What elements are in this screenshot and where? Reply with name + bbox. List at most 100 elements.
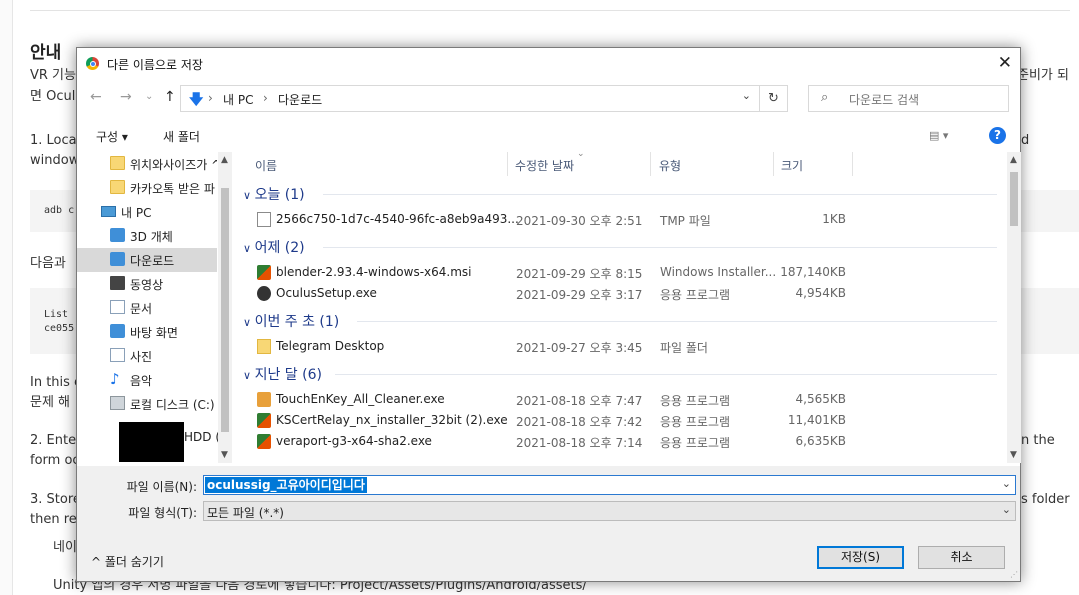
file-name: blender-2.93.4-windows-x64.msi: [276, 265, 472, 279]
search-placeholder: 다운로드 검색: [849, 93, 920, 107]
column-divider[interactable]: [773, 152, 774, 176]
group-header[interactable]: ∨ 어제 (2): [243, 237, 305, 257]
back-icon[interactable]: ←: [90, 89, 102, 105]
nav-item[interactable]: 바탕 화면: [77, 320, 217, 344]
filetype-select[interactable]: 모든 파일 (*.*) ⌄: [203, 501, 1016, 521]
video-icon: [110, 276, 125, 290]
filetype-label: 파일 형식(T):: [128, 506, 197, 520]
nav-item-label: 내 PC: [121, 206, 152, 220]
document-icon: [110, 300, 125, 314]
group-header[interactable]: ∨ 지난 달 (6): [243, 364, 322, 384]
chevron-down-icon[interactable]: ∨: [243, 369, 255, 382]
recent-locations-icon[interactable]: ⌄: [145, 91, 153, 102]
nav-item[interactable]: 다운로드: [77, 248, 217, 272]
scroll-down-icon[interactable]: ▼: [221, 450, 228, 460]
file-list: 이름 ⌄ 수정한 날짜 유형 크기 ∨ 오늘 (1) 2566c750-1d7c-…: [237, 152, 1007, 463]
file-row[interactable]: KSCertRelay_nx_installer_32bit (2).exe 20…: [237, 411, 1007, 431]
background-text: VR 기능: [30, 68, 76, 83]
title-bar[interactable]: 다른 이름으로 저장 ✕: [77, 48, 1020, 80]
nav-item[interactable]: 3D 개체: [77, 224, 217, 248]
column-divider[interactable]: [852, 152, 853, 176]
breadcrumb-my-pc[interactable]: 내 PC: [223, 91, 253, 108]
address-bar[interactable]: 🡇 › 내 PC › 다운로드 ⌄: [180, 85, 760, 112]
nav-item[interactable]: 동영상: [77, 272, 217, 296]
file-size: 187,140KB: [780, 265, 846, 279]
file-row[interactable]: TouchEnKey_All_Cleaner.exe 2021-08-18 오후 …: [237, 390, 1007, 410]
nav-item[interactable]: 카카오톡 받은 파: [77, 176, 217, 200]
forward-icon[interactable]: →: [120, 89, 132, 105]
filename-field[interactable]: oculussig_고유아이디입니다 ⌄: [203, 475, 1016, 495]
3d-objects-icon: [110, 228, 125, 242]
search-input[interactable]: ⌕ 다운로드 검색: [808, 85, 1009, 112]
file-name: OculusSetup.exe: [276, 286, 377, 300]
filename-value[interactable]: oculussig_고유아이디입니다: [205, 477, 367, 493]
scroll-up-icon[interactable]: ▲: [221, 155, 228, 165]
breadcrumb-separator: ›: [208, 91, 213, 105]
up-folder-icon[interactable]: ↑: [164, 89, 176, 105]
filename-label: 파일 이름(N):: [126, 480, 197, 494]
file-row[interactable]: veraport-g3-x64-sha2.exe 2021-08-18 오후 7:…: [237, 432, 1007, 452]
nav-item-label: 바탕 화면: [130, 326, 178, 340]
chevron-down-icon[interactable]: ⌄: [742, 89, 751, 102]
file-type: 응용 프로그램: [660, 436, 731, 450]
file-row[interactable]: blender-2.93.4-windows-x64.msi 2021-09-29…: [237, 263, 1007, 283]
file-size: 1KB: [822, 212, 846, 226]
column-date[interactable]: 수정한 날짜: [515, 157, 574, 174]
folder-icon: [110, 180, 125, 194]
file-list-scrollbar-thumb[interactable]: [1010, 172, 1018, 226]
file-date: 2021-09-27 오후 3:45: [516, 341, 643, 355]
chevron-down-icon[interactable]: ⌄: [1002, 477, 1011, 490]
save-as-dialog: 다른 이름으로 저장 ✕ ← → ⌄ ↑ 🡇 › 내 PC › 다운로드 ⌄ ↻…: [76, 47, 1021, 582]
column-type[interactable]: 유형: [659, 157, 681, 174]
column-divider[interactable]: [507, 152, 508, 176]
column-name[interactable]: 이름: [255, 157, 277, 174]
group-header[interactable]: ∨ 이번 주 초 (1): [243, 311, 339, 331]
nav-item[interactable]: 위치와사이즈가 ^: [77, 152, 217, 176]
search-icon: ⌕: [821, 90, 829, 105]
background-text: 2. Enter: [30, 433, 82, 448]
organize-button[interactable]: 구성 ▾: [96, 128, 128, 145]
nav-item-label: 사진: [130, 350, 153, 364]
group-divider: [323, 194, 997, 195]
installer-icon: [257, 434, 271, 449]
file-row[interactable]: Telegram Desktop 2021-09-27 오후 3:45 파일 폴더: [237, 337, 1007, 357]
breadcrumb-downloads[interactable]: 다운로드: [278, 91, 322, 108]
chrome-icon: [86, 57, 99, 70]
group-header[interactable]: ∨ 오늘 (1): [243, 184, 305, 204]
file-date: 2021-09-29 오후 3:17: [516, 288, 643, 302]
chevron-down-icon[interactable]: ∨: [243, 189, 255, 202]
nav-item[interactable]: 로컬 디스크 (C:): [77, 392, 217, 416]
chevron-down-icon[interactable]: ∨: [243, 316, 255, 329]
nav-scrollbar-thumb[interactable]: [221, 188, 229, 432]
column-divider[interactable]: [650, 152, 651, 176]
chevron-down-icon[interactable]: ⌄: [1002, 503, 1011, 516]
close-icon[interactable]: ✕: [998, 53, 1012, 73]
file-row[interactable]: OculusSetup.exe 2021-09-29 오후 3:17 응용 프로그램…: [237, 284, 1007, 304]
nav-item[interactable]: 문서: [77, 296, 217, 320]
refresh-icon[interactable]: ↻: [760, 85, 788, 112]
scroll-up-icon[interactable]: ▲: [1010, 155, 1017, 165]
download-icon: [110, 252, 125, 266]
nav-item[interactable]: ♪ 음악: [77, 368, 217, 392]
resize-grip-icon[interactable]: ⋰: [1010, 570, 1018, 579]
chevron-down-icon[interactable]: ∨: [243, 242, 255, 255]
command-bar: 구성 ▾ 새 폴더 ▤ ▾ ?: [77, 126, 1020, 148]
desktop-icon: [110, 324, 125, 338]
new-folder-button[interactable]: 새 폴더: [163, 128, 200, 145]
column-size[interactable]: 크기: [781, 157, 803, 174]
save-button[interactable]: 저장(S): [817, 546, 904, 569]
nav-item[interactable]: 내 PC: [77, 200, 217, 224]
nav-item-label: 로컬 디스크 (C:): [130, 398, 215, 412]
view-options-icon[interactable]: ▤ ▾: [929, 129, 948, 142]
nav-item[interactable]: 사진: [77, 344, 217, 368]
hide-folders-button[interactable]: ^ 폴더 숨기기: [91, 553, 164, 570]
help-icon[interactable]: ?: [989, 127, 1006, 144]
group-label: 이번 주 초 (1): [254, 314, 340, 330]
background-text: 문제 해: [30, 395, 71, 410]
scroll-down-icon[interactable]: ▼: [1010, 450, 1017, 460]
file-row[interactable]: 2566c750-1d7c-4540-96fc-a8eb9a493... 2021…: [237, 210, 1007, 230]
cancel-button[interactable]: 취소: [918, 546, 1005, 569]
background-text: 면 Ocul: [30, 89, 76, 104]
file-type: 응용 프로그램: [660, 394, 731, 408]
background-text: 준비가 되: [1017, 68, 1069, 83]
